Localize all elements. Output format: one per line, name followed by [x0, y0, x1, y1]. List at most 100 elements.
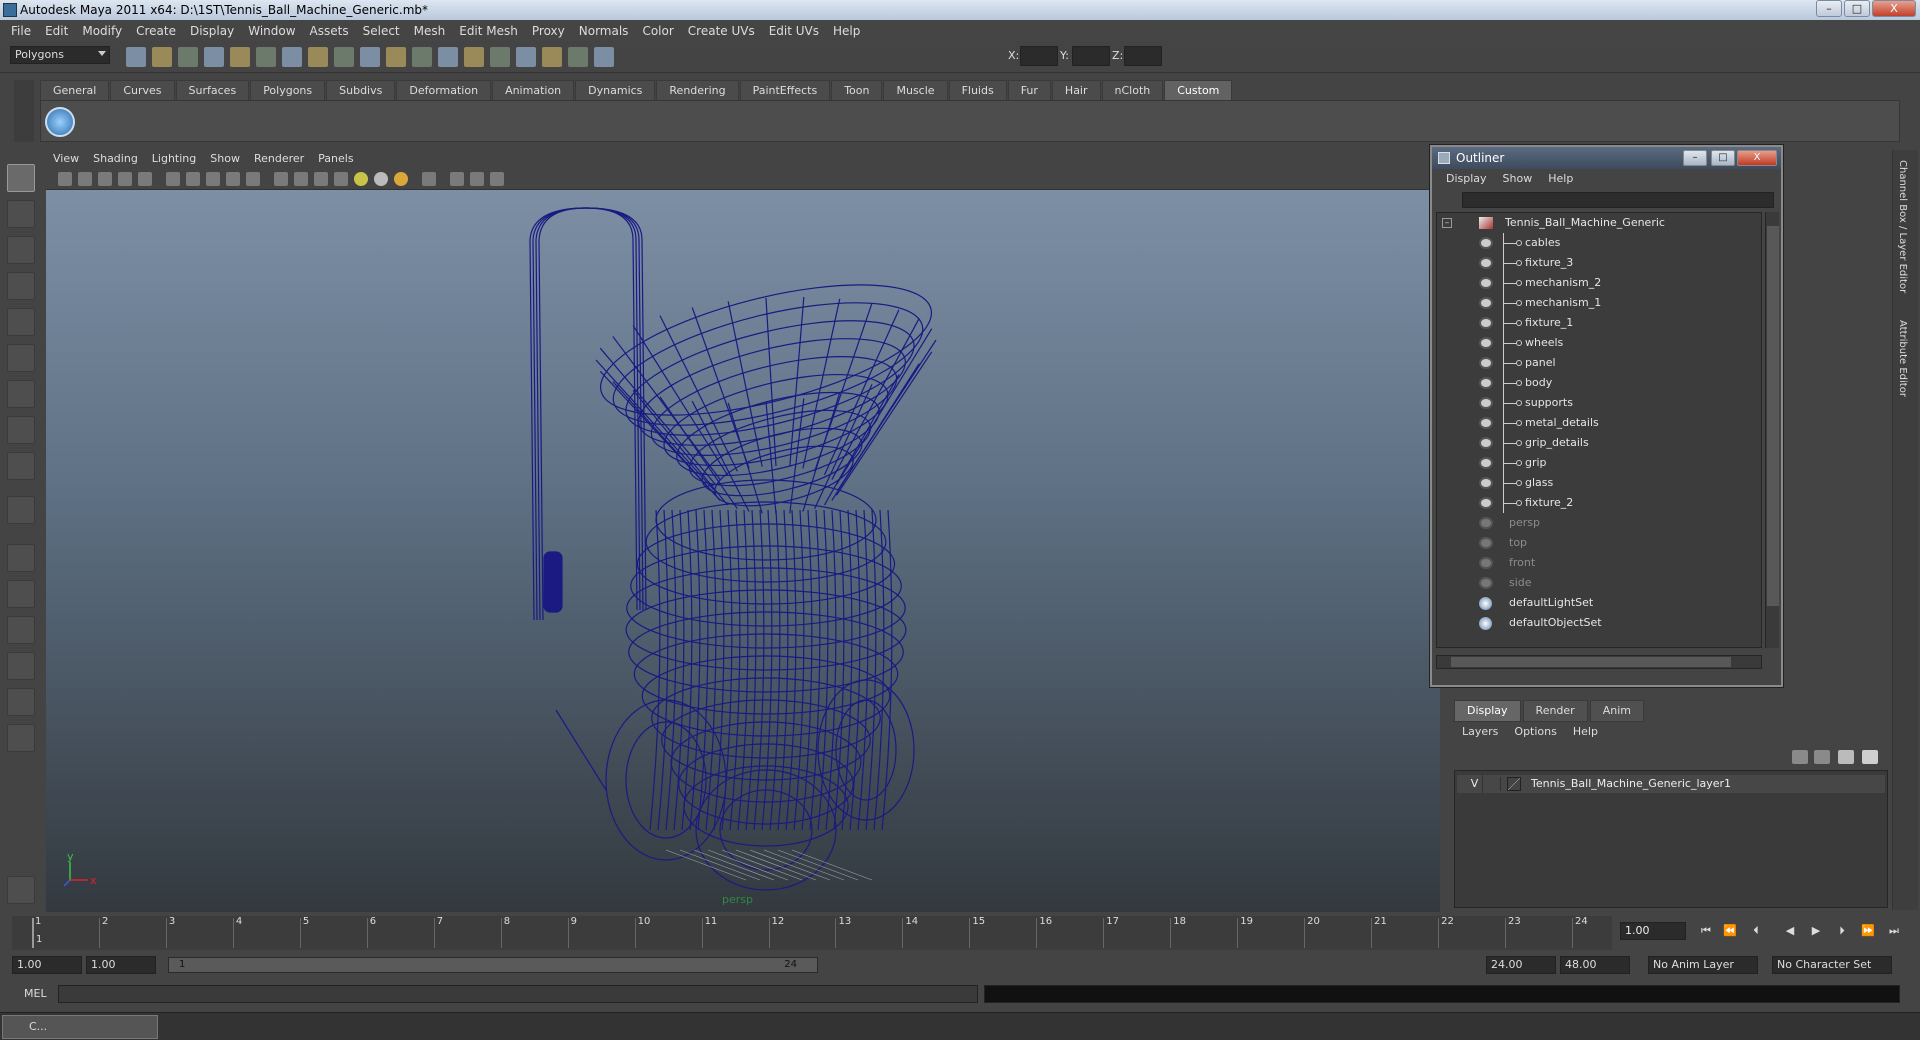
- new-layer-from-selection-icon[interactable]: [1862, 750, 1878, 764]
- default-light-icon[interactable]: [374, 172, 388, 186]
- input-ops-icon[interactable]: [412, 47, 432, 67]
- outliner-item[interactable]: – Tennis_Ball_Machine_Generic: [1437, 213, 1757, 233]
- tab-general[interactable]: General: [40, 80, 110, 100]
- persp-outliner-layout-icon[interactable]: [7, 616, 35, 644]
- viewport-menu-show[interactable]: Show: [203, 151, 247, 167]
- outliner-item[interactable]: side: [1437, 573, 1757, 593]
- outliner-horizontal-scrollbar[interactable]: [1436, 655, 1762, 669]
- outliner-item[interactable]: top: [1437, 533, 1757, 553]
- snap-surface-icon[interactable]: [360, 47, 380, 67]
- tab-subdivs[interactable]: Subdivs: [326, 80, 396, 100]
- layer-tab-render[interactable]: Render: [1522, 700, 1588, 722]
- menu-assets[interactable]: Assets: [303, 24, 356, 38]
- layer-menu-layers[interactable]: Layers: [1454, 722, 1506, 742]
- close-button[interactable]: X: [1872, 0, 1916, 17]
- outliner-item[interactable]: glass: [1437, 473, 1757, 493]
- current-time-field[interactable]: 1.00: [1620, 922, 1686, 940]
- four-view-layout-icon[interactable]: [7, 580, 35, 608]
- playback-start-field[interactable]: 1.00: [86, 956, 156, 974]
- last-tool-icon[interactable]: [7, 496, 35, 524]
- viewport-menu-lighting[interactable]: Lighting: [145, 151, 203, 167]
- collapse-icon[interactable]: –: [1442, 218, 1452, 228]
- menu-normals[interactable]: Normals: [572, 24, 636, 38]
- safe-action-icon[interactable]: [246, 172, 260, 186]
- move-layer-up-icon[interactable]: [1792, 750, 1808, 764]
- show-channel-box-icon[interactable]: [594, 47, 614, 67]
- minimize-button[interactable]: –: [1816, 0, 1842, 17]
- step-back-key-icon[interactable]: ⏪: [1722, 924, 1738, 938]
- channel-box-tab[interactable]: Channel Box / Layer Editor: [1897, 160, 1908, 293]
- viewport-menu-renderer[interactable]: Renderer: [247, 151, 311, 167]
- save-scene-icon[interactable]: [178, 47, 198, 67]
- viewport-menu-shading[interactable]: Shading: [86, 151, 145, 167]
- render-settings-icon[interactable]: [490, 47, 510, 67]
- menu-display[interactable]: Display: [183, 24, 241, 38]
- tab-fur[interactable]: Fur: [1007, 80, 1051, 100]
- maximize-button[interactable]: □: [1844, 0, 1870, 17]
- construction-history-icon[interactable]: [386, 47, 406, 67]
- shelf-menu-handle[interactable]: [14, 80, 34, 142]
- tab-polygons[interactable]: Polygons: [250, 80, 326, 100]
- outliner-item[interactable]: front: [1437, 553, 1757, 573]
- use-all-lights-icon[interactable]: [354, 172, 368, 186]
- soft-selection-icon[interactable]: [7, 876, 35, 904]
- current-time-indicator[interactable]: [32, 918, 34, 948]
- tab-custom[interactable]: Custom: [1164, 80, 1233, 100]
- wireframe-on-shaded-icon[interactable]: [314, 172, 328, 186]
- go-to-end-icon[interactable]: ⏭: [1886, 924, 1902, 938]
- ipr-render-icon[interactable]: [464, 47, 484, 67]
- show-tool-settings-icon[interactable]: [568, 47, 588, 67]
- film-gate-icon[interactable]: [166, 172, 180, 186]
- step-forward-key-icon[interactable]: ⏩: [1860, 924, 1876, 938]
- outliner-item[interactable]: grip: [1437, 453, 1757, 473]
- outliner-item[interactable]: persp: [1437, 513, 1757, 533]
- go-to-start-icon[interactable]: ⏮: [1698, 924, 1714, 938]
- outliner-item[interactable]: metal_details: [1437, 413, 1757, 433]
- outliner-item[interactable]: grip_details: [1437, 433, 1757, 453]
- outliner-item[interactable]: mechanism_2: [1437, 273, 1757, 293]
- tab-toon[interactable]: Toon: [831, 80, 883, 100]
- layer-color-swatch[interactable]: [1507, 777, 1521, 791]
- tab-rendering[interactable]: Rendering: [656, 80, 739, 100]
- layer-menu-help[interactable]: Help: [1565, 722, 1606, 742]
- layer-row[interactable]: V Tennis_Ball_Machine_Generic_layer1: [1457, 775, 1885, 793]
- attribute-editor-tab[interactable]: Attribute Editor: [1897, 320, 1908, 397]
- camera-attributes-icon[interactable]: [78, 172, 92, 186]
- outliner-item[interactable]: cables: [1437, 233, 1757, 253]
- outliner-vertical-scrollbar[interactable]: [1765, 212, 1779, 648]
- select-component-icon[interactable]: [256, 47, 276, 67]
- playback-end-field[interactable]: 24.00: [1486, 956, 1556, 974]
- rotate-tool-icon[interactable]: [7, 308, 35, 336]
- high-quality-icon[interactable]: [490, 172, 504, 186]
- step-back-frame-icon[interactable]: ⏴: [1748, 924, 1764, 938]
- select-tool-icon[interactable]: [7, 164, 35, 192]
- outliner-filter-input[interactable]: [1462, 192, 1774, 208]
- snap-grid-icon[interactable]: [282, 47, 302, 67]
- layer-tab-anim[interactable]: Anim: [1589, 700, 1644, 722]
- animation-end-field[interactable]: 48.00: [1560, 956, 1630, 974]
- outliner-item[interactable]: body: [1437, 373, 1757, 393]
- time-slider[interactable]: 1 2 3 4 5 6 7 8 9 10 11 12 13 14 15 16 17 18 19 20 21 22 23 24 1: [12, 916, 1612, 950]
- play-backwards-icon[interactable]: ◀: [1782, 924, 1798, 938]
- menu-set-dropdown[interactable]: Polygons: [10, 46, 110, 64]
- show-attribute-editor-icon[interactable]: [542, 47, 562, 67]
- snap-curve-icon[interactable]: [308, 47, 328, 67]
- tab-animation[interactable]: Animation: [492, 80, 575, 100]
- custom-layout-icon[interactable]: [7, 724, 35, 752]
- outliner-item[interactable]: defaultObjectSet: [1437, 613, 1757, 633]
- gate-mask-icon[interactable]: [206, 172, 220, 186]
- layer-tab-display[interactable]: Display: [1454, 700, 1521, 722]
- outliner-titlebar[interactable]: Outliner – □ X: [1432, 147, 1781, 169]
- universal-manipulator-icon[interactable]: [7, 380, 35, 408]
- image-plane-icon[interactable]: [118, 172, 132, 186]
- layer-playback-toggle[interactable]: [1487, 777, 1501, 791]
- outliner-tree[interactable]: – Tennis_Ball_Machine_Generic cables fixtur…: [1436, 212, 1762, 648]
- bookmarks-icon[interactable]: [98, 172, 112, 186]
- resolution-gate-icon[interactable]: [186, 172, 200, 186]
- grid-toggle-icon[interactable]: [138, 172, 152, 186]
- tab-hair[interactable]: Hair: [1051, 80, 1101, 100]
- snap-point-icon[interactable]: [334, 47, 354, 67]
- open-scene-icon[interactable]: [152, 47, 172, 67]
- menu-color[interactable]: Color: [635, 24, 680, 38]
- tab-painteffects[interactable]: PaintEffects: [739, 80, 831, 100]
